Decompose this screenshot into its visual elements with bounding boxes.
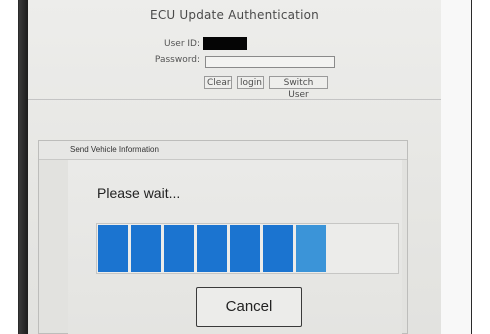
password-label: Password: (154, 55, 200, 65)
progress-segment (263, 225, 293, 272)
progress-segment (296, 225, 326, 272)
progress-segment (197, 225, 227, 272)
login-button[interactable]: login (237, 76, 264, 89)
clear-button[interactable]: Clear (204, 76, 232, 89)
divider (28, 99, 441, 100)
switch-user-button[interactable]: Switch User (269, 76, 328, 100)
user-id-value-redacted (203, 37, 247, 50)
screen-bezel (19, 0, 28, 334)
progress-segment (98, 225, 128, 272)
cancel-button[interactable]: Cancel (196, 287, 302, 327)
page-title: ECU Update Authentication (150, 8, 319, 22)
progress-segment (164, 225, 194, 272)
progress-segment (131, 225, 161, 272)
password-field[interactable] (205, 56, 335, 68)
user-id-label: User ID: (164, 39, 200, 49)
dialog-title: Send Vehicle Information (70, 145, 159, 154)
wait-message: Please wait... (97, 185, 181, 201)
progress-segment (230, 225, 260, 272)
